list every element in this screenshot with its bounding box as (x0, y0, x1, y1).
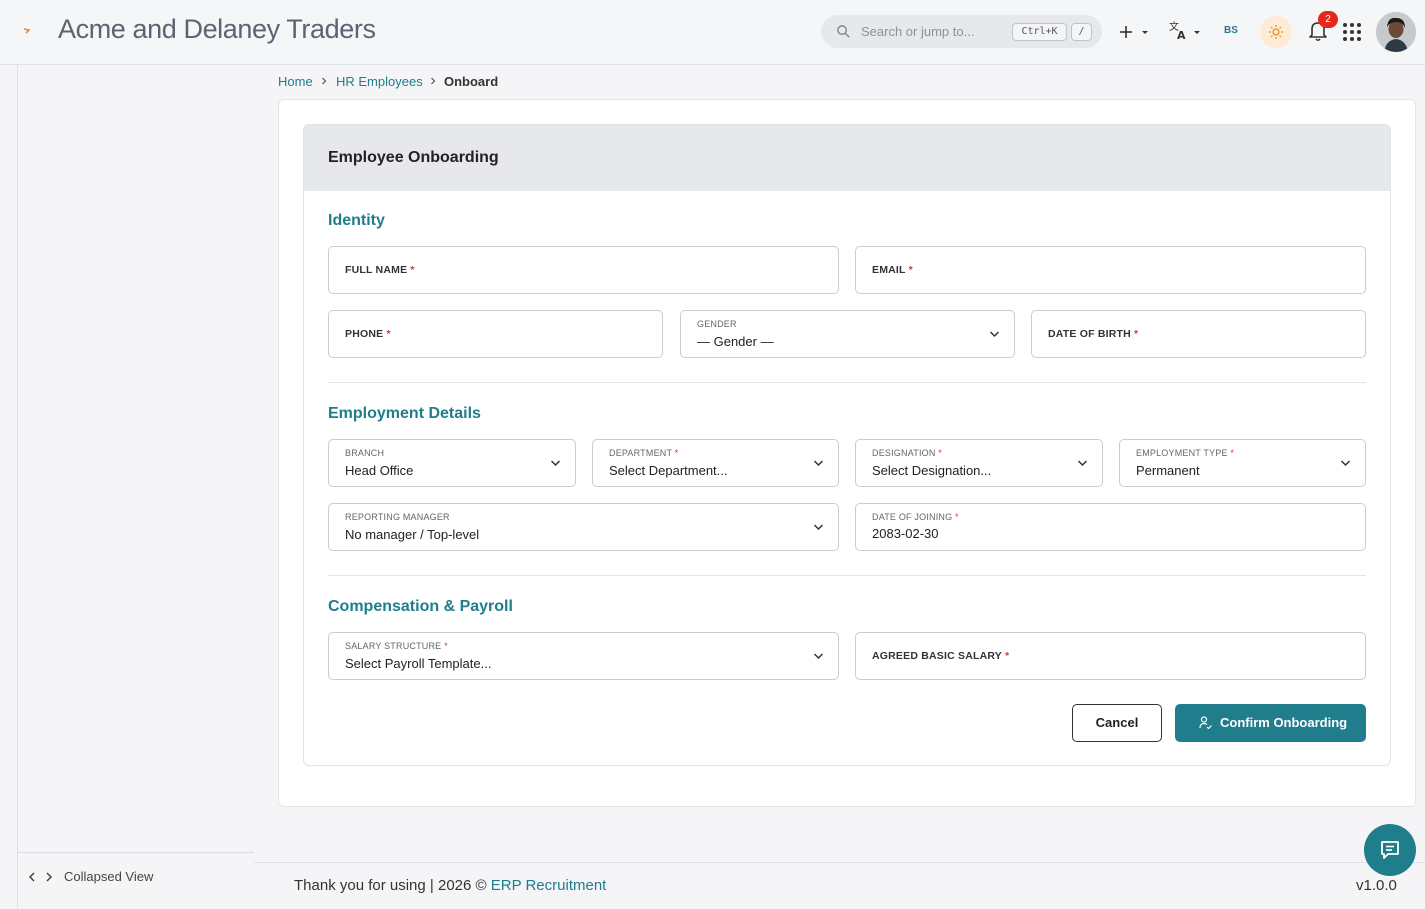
date-of-birth-field[interactable]: DATE OF BIRTH * (1031, 310, 1366, 358)
department-select[interactable]: DEPARTMENT * Select Department... (592, 439, 839, 487)
language-code-button[interactable]: BS (1224, 25, 1238, 36)
chevron-down-icon (1077, 460, 1088, 467)
chevron-right-icon (46, 872, 53, 882)
user-avatar[interactable] (1376, 12, 1416, 52)
chat-button[interactable] (1364, 824, 1416, 876)
employment-type-select[interactable]: EMPLOYMENT TYPE * Permanent (1119, 439, 1366, 487)
full-name-label: FULL NAME * (345, 264, 415, 276)
department-value: Select Department... (609, 463, 728, 478)
breadcrumb-chevron-icon (322, 77, 327, 85)
basic-salary-label: AGREED BASIC SALARY * (872, 650, 1010, 662)
confirm-onboarding-button[interactable]: Confirm Onboarding (1175, 704, 1366, 742)
chat-icon (1381, 841, 1399, 859)
sidebar (18, 65, 254, 909)
full-name-field[interactable]: FULL NAME * (328, 246, 839, 294)
designation-select[interactable]: DESIGNATION * Select Designation... (855, 439, 1103, 487)
version-label: v1.0.0 (1356, 877, 1397, 894)
designation-label: DESIGNATION * (872, 448, 942, 458)
email-field[interactable]: EMAIL * (855, 246, 1366, 294)
sidebar-divider (18, 852, 254, 853)
breadcrumb-home[interactable]: Home (278, 74, 313, 89)
search-bar[interactable]: Search or jump to... Ctrl+K / (821, 15, 1102, 48)
phone-label: PHONE * (345, 328, 391, 340)
footer-link[interactable]: ERP Recruitment (491, 877, 607, 894)
section-divider (328, 575, 1366, 576)
salary-structure-label: SALARY STRUCTURE * (345, 641, 448, 651)
employment-type-label: EMPLOYMENT TYPE * (1136, 448, 1235, 458)
top-bar: Acme and Delaney Traders Search or jump … (0, 0, 1425, 65)
breadcrumb-current: Onboard (444, 74, 499, 89)
svg-text:A: A (1177, 29, 1186, 42)
collapsed-view-label[interactable]: Collapsed View (64, 869, 153, 884)
form-title: Employee Onboarding (328, 149, 499, 166)
reporting-manager-select[interactable]: REPORTING MANAGER No manager / Top-level (328, 503, 839, 551)
phone-field[interactable]: PHONE * (328, 310, 663, 358)
section-divider (328, 382, 1366, 383)
branch-label: BRANCH (345, 448, 385, 458)
section-identity-title: Identity (328, 212, 385, 229)
translate-icon[interactable]: 文 A (1168, 18, 1204, 46)
salary-structure-select[interactable]: SALARY STRUCTURE * Select Payroll Templa… (328, 632, 839, 680)
section-compensation-title: Compensation & Payroll (328, 598, 513, 615)
chevron-down-icon (813, 460, 824, 467)
chevron-down-icon (989, 331, 1000, 338)
employment-type-value: Permanent (1136, 463, 1200, 478)
app-title: Acme and Delaney Traders (58, 14, 376, 44)
date-of-joining-field[interactable]: DATE OF JOINING * 2083-02-30 (855, 503, 1366, 551)
gender-label: GENDER (697, 319, 737, 329)
reporting-manager-value: No manager / Top-level (345, 527, 480, 542)
notification-count-badge: 2 (1318, 11, 1338, 28)
apps-grid-icon[interactable] (1342, 22, 1362, 42)
shortcut-slash: / (1071, 23, 1092, 41)
avatar-image (1376, 12, 1416, 52)
shortcut-ctrl-k: Ctrl+K (1012, 23, 1067, 41)
footer-text: Thank you for using | 2026 © ERP Recruit… (294, 877, 607, 894)
basic-salary-field[interactable]: AGREED BASIC SALARY * (855, 632, 1366, 680)
chevron-down-icon (550, 460, 561, 467)
breadcrumb-chevron-icon (431, 77, 436, 85)
chevron-left-icon (28, 872, 35, 882)
date-of-joining-label: DATE OF JOINING * (872, 512, 959, 522)
branch-select[interactable]: BRANCH Head Office (328, 439, 576, 487)
breadcrumb-hr-employees[interactable]: HR Employees (336, 74, 423, 89)
salary-structure-value: Select Payroll Template... (345, 656, 492, 671)
department-label: DEPARTMENT * (609, 448, 679, 458)
brand-logo-icon (23, 28, 31, 34)
date-of-birth-label: DATE OF BIRTH * (1048, 328, 1139, 340)
form-header: Employee Onboarding (304, 125, 1390, 191)
chevron-down-icon (813, 524, 824, 531)
confirm-onboarding-label: Confirm Onboarding (1220, 715, 1348, 730)
section-employment-title: Employment Details (328, 405, 481, 422)
designation-value: Select Designation... (872, 463, 992, 478)
branch-value: Head Office (345, 463, 414, 478)
reporting-manager-label: REPORTING MANAGER (345, 512, 450, 522)
chevron-down-icon (813, 653, 824, 660)
search-icon (837, 25, 850, 38)
add-menu-button[interactable] (1118, 18, 1152, 46)
gender-value: — Gender — (697, 334, 774, 349)
theme-toggle-button[interactable] (1260, 16, 1292, 48)
gender-select[interactable]: GENDER — Gender — (680, 310, 1015, 358)
chevron-down-icon (1340, 460, 1351, 467)
email-label: EMAIL * (872, 264, 913, 276)
sun-icon (1269, 25, 1283, 39)
date-of-joining-value: 2083-02-30 (872, 526, 939, 541)
user-check-icon (1199, 716, 1212, 729)
search-placeholder: Search or jump to... (861, 24, 975, 39)
cancel-button[interactable]: Cancel (1072, 704, 1162, 742)
